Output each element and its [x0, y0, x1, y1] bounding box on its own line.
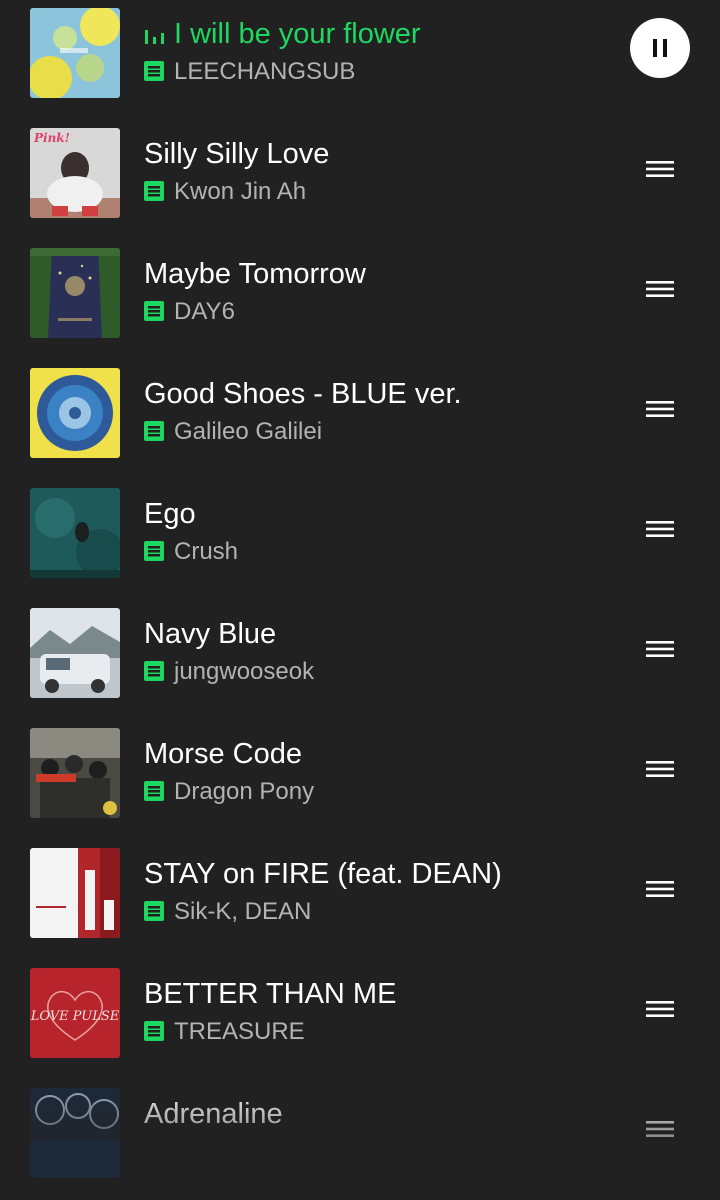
- drag-handle-icon[interactable]: [645, 754, 675, 784]
- queue-row[interactable]: Navy Blue jungwooseok: [0, 600, 720, 720]
- album-art: LOVE PULSE: [30, 968, 120, 1058]
- track-title: I will be your flower: [144, 16, 421, 52]
- album-art: [30, 728, 120, 818]
- track-title: Silly Silly Love: [144, 138, 330, 170]
- album-art-image: [30, 728, 120, 818]
- track-artist: Galileo Galilei: [144, 416, 322, 448]
- queue-row[interactable]: Ego Crush: [0, 480, 720, 600]
- pause-button[interactable]: [630, 18, 690, 78]
- album-art-image: [30, 248, 120, 338]
- album-art: [30, 608, 120, 698]
- track-artist-text: Kwon Jin Ah: [174, 178, 307, 205]
- track-artist-text: Sik-K, DEAN: [174, 898, 312, 925]
- queue-row[interactable]: Adrenaline: [0, 1080, 720, 1200]
- album-art-image: [30, 848, 120, 938]
- downloaded-icon: [144, 901, 164, 921]
- queue-row[interactable]: Pink! Silly Silly Love Kwon Jin Ah: [0, 120, 720, 240]
- track-title: Good Shoes - BLUE ver.: [144, 378, 462, 410]
- downloaded-icon: [144, 61, 164, 81]
- album-art-label: LOVE PULSE: [30, 1009, 120, 1024]
- track-artist: LEECHANGSUB: [144, 56, 355, 88]
- queue-row[interactable]: LOVE PULSE BETTER THAN ME TREASURE: [0, 960, 720, 1080]
- downloaded-icon: [144, 421, 164, 441]
- track-artist-text: LEECHANGSUB: [174, 58, 356, 85]
- track-title: BETTER THAN ME: [144, 978, 397, 1010]
- album-art-label: Pink!: [33, 131, 70, 145]
- album-art: [30, 8, 120, 98]
- track-artist: Dragon Pony: [144, 776, 314, 808]
- album-art-image: [30, 1088, 120, 1178]
- drag-handle-icon[interactable]: [645, 274, 675, 304]
- track-title: Maybe Tomorrow: [144, 258, 366, 290]
- track-artist-text: TREASURE: [174, 1018, 305, 1045]
- track-artist-text: Dragon Pony: [174, 778, 315, 805]
- album-art: [30, 488, 120, 578]
- track-title: Ego: [144, 498, 196, 530]
- album-art: [30, 1088, 120, 1178]
- queue-row[interactable]: STAY on FIRE (feat. DEAN) Sik-K, DEAN: [0, 840, 720, 960]
- downloaded-icon: [144, 301, 164, 321]
- album-art-image: [30, 488, 120, 578]
- album-art: [30, 368, 120, 458]
- drag-handle-icon[interactable]: [645, 514, 675, 544]
- drag-handle-icon[interactable]: [645, 634, 675, 664]
- equalizer-icon: [144, 24, 166, 44]
- track-artist-text: DAY6: [174, 298, 235, 325]
- track-title: Navy Blue: [144, 618, 277, 650]
- downloaded-icon: [144, 781, 164, 801]
- downloaded-icon: [144, 661, 164, 681]
- queue-row[interactable]: Morse Code Dragon Pony: [0, 720, 720, 840]
- track-title-text: I will be your flower: [174, 18, 421, 50]
- album-art-image: [30, 608, 120, 698]
- track-title: STAY on FIRE (feat. DEAN): [144, 858, 502, 890]
- track-artist-text: Crush: [174, 538, 239, 565]
- album-art: Pink!: [30, 128, 120, 218]
- track-artist: DAY6: [144, 296, 235, 328]
- track-artist: Crush: [144, 536, 238, 568]
- track-title: Morse Code: [144, 738, 302, 770]
- drag-handle-icon[interactable]: [645, 154, 675, 184]
- track-artist: TREASURE: [144, 1016, 305, 1048]
- downloaded-icon: [144, 541, 164, 561]
- album-art-image: Pink!: [30, 128, 120, 218]
- pause-icon: [653, 39, 667, 57]
- queue-row[interactable]: Good Shoes - BLUE ver. Galileo Galilei: [0, 360, 720, 480]
- album-art: [30, 848, 120, 938]
- track-artist-text: jungwooseok: [174, 658, 315, 685]
- drag-handle-icon[interactable]: [645, 994, 675, 1024]
- album-art-image: [30, 8, 120, 98]
- album-art-image: LOVE PULSE: [30, 968, 120, 1058]
- track-artist: Sik-K, DEAN: [144, 896, 311, 928]
- track-artist: Kwon Jin Ah: [144, 176, 306, 208]
- album-art-image: [30, 368, 120, 458]
- track-title: Adrenaline: [144, 1098, 283, 1130]
- track-artist: jungwooseok: [144, 656, 314, 688]
- album-art: [30, 248, 120, 338]
- queue-row[interactable]: Maybe Tomorrow DAY6: [0, 240, 720, 360]
- downloaded-icon: [144, 1021, 164, 1041]
- drag-handle-icon[interactable]: [645, 394, 675, 424]
- drag-handle-icon[interactable]: [645, 874, 675, 904]
- track-artist-text: Galileo Galilei: [174, 418, 323, 445]
- downloaded-icon: [144, 181, 164, 201]
- now-playing-row[interactable]: I will be your flower LEECHANGSUB: [0, 0, 720, 120]
